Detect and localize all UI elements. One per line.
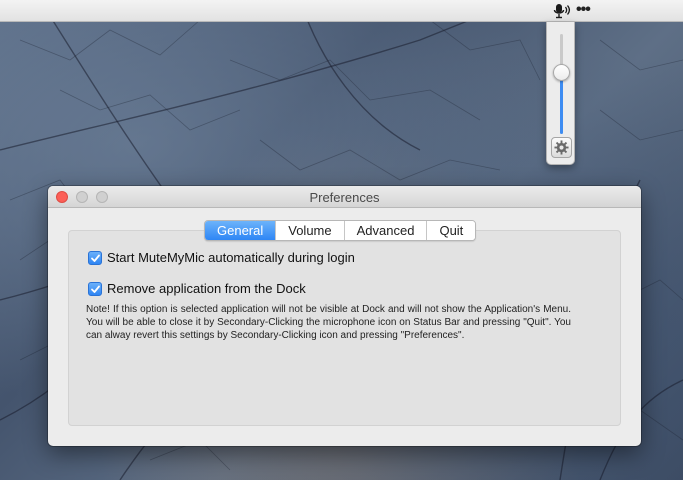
remove-from-dock-checkbox[interactable]	[88, 281, 102, 296]
menu-bar: •••	[0, 0, 683, 22]
tab-quit[interactable]: Quit	[426, 221, 476, 240]
title-bar[interactable]: Preferences	[48, 186, 641, 208]
volume-slider-fill	[560, 72, 563, 134]
tab-volume[interactable]: Volume	[275, 221, 344, 240]
gear-icon	[554, 140, 569, 155]
volume-popup	[546, 22, 575, 165]
checkmark-icon	[91, 285, 100, 293]
volume-slider-track[interactable]	[560, 34, 563, 134]
volume-slider-knob[interactable]	[553, 63, 570, 81]
tab-general[interactable]: General	[205, 221, 276, 240]
remove-from-dock-label: Remove application from the Dock	[107, 281, 306, 296]
ellipsis-icon[interactable]: •••	[576, 1, 596, 19]
tab-bar: General Volume Advanced Quit	[204, 220, 477, 241]
preferences-window: Preferences General Volume Advanced Quit…	[48, 186, 641, 446]
tab-advanced[interactable]: Advanced	[343, 221, 427, 240]
start-at-login-option[interactable]: Start MuteMyMic automatically during log…	[88, 250, 355, 265]
microphone-volume-icon[interactable]	[552, 2, 572, 20]
start-at-login-checkbox[interactable]	[88, 250, 102, 265]
dock-note-text: Note! If this option is selected applica…	[86, 304, 571, 341]
window-title: Preferences	[309, 190, 380, 205]
remove-from-dock-option[interactable]: Remove application from the Dock	[88, 281, 306, 296]
settings-button[interactable]	[551, 137, 572, 158]
checkmark-icon	[91, 254, 100, 262]
start-at-login-label: Start MuteMyMic automatically during log…	[107, 250, 355, 265]
